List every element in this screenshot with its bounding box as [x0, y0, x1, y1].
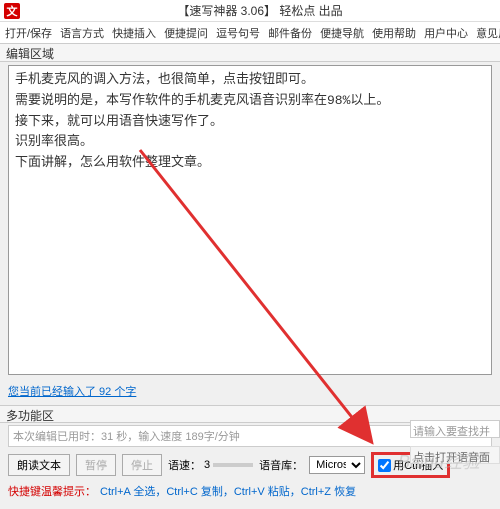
- ctrl-insert-checkbox[interactable]: [378, 459, 391, 472]
- menu-quick-ask[interactable]: 便捷提问: [161, 23, 211, 43]
- menu-user[interactable]: 用户中心: [421, 23, 471, 43]
- search-delete-input[interactable]: 请输入要查找并删除的内容: [410, 420, 500, 438]
- hotkey-prefix: 快捷键温馨提示：: [8, 486, 96, 498]
- menu-help[interactable]: 使用帮助: [369, 23, 419, 43]
- hotkey-text: Ctrl+A 全选，Ctrl+C 复制，Ctrl+V 粘贴，Ctrl+Z 恢复: [100, 486, 356, 498]
- menu-feedback[interactable]: 意见反馈: [473, 23, 500, 43]
- menu-punctuation[interactable]: 逗号句号: [213, 23, 263, 43]
- voice-lib-select[interactable]: Microso: [309, 456, 365, 474]
- speed-value: 3: [204, 459, 210, 471]
- window-title: 【速写神器 3.06】 轻松点 出品: [24, 2, 496, 19]
- menu-quick-insert[interactable]: 快捷插入: [109, 23, 159, 43]
- menu-mail-backup[interactable]: 邮件备份: [265, 23, 315, 43]
- char-count-status: 您当前已经输入了 92 个字: [0, 381, 500, 401]
- stop-button[interactable]: 停止: [122, 454, 162, 476]
- speed-slider[interactable]: [213, 463, 253, 467]
- speed-label: 语速：: [168, 457, 201, 473]
- app-icon: 文: [4, 3, 20, 19]
- pause-button[interactable]: 暂停: [76, 454, 116, 476]
- read-text-button[interactable]: 朗读文本: [8, 454, 70, 476]
- menu-nav[interactable]: 便捷导航: [317, 23, 367, 43]
- menu-open-save[interactable]: 打开/保存: [2, 23, 55, 43]
- menu-language[interactable]: 语言方式: [57, 23, 107, 43]
- editor-textarea[interactable]: [8, 65, 492, 375]
- editor-section-label: 编辑区域: [0, 44, 500, 62]
- voice-panel-hint[interactable]: 点击打开语音面板: [410, 446, 500, 464]
- menubar: 打开/保存 语言方式 快捷插入 便捷提问 逗号句号 邮件备份 便捷导航 使用帮助…: [0, 22, 500, 44]
- voice-lib-label: 语音库：: [259, 457, 303, 473]
- hotkey-hint: 快捷键温馨提示： Ctrl+A 全选，Ctrl+C 复制，Ctrl+V 粘贴，Ct…: [0, 481, 500, 501]
